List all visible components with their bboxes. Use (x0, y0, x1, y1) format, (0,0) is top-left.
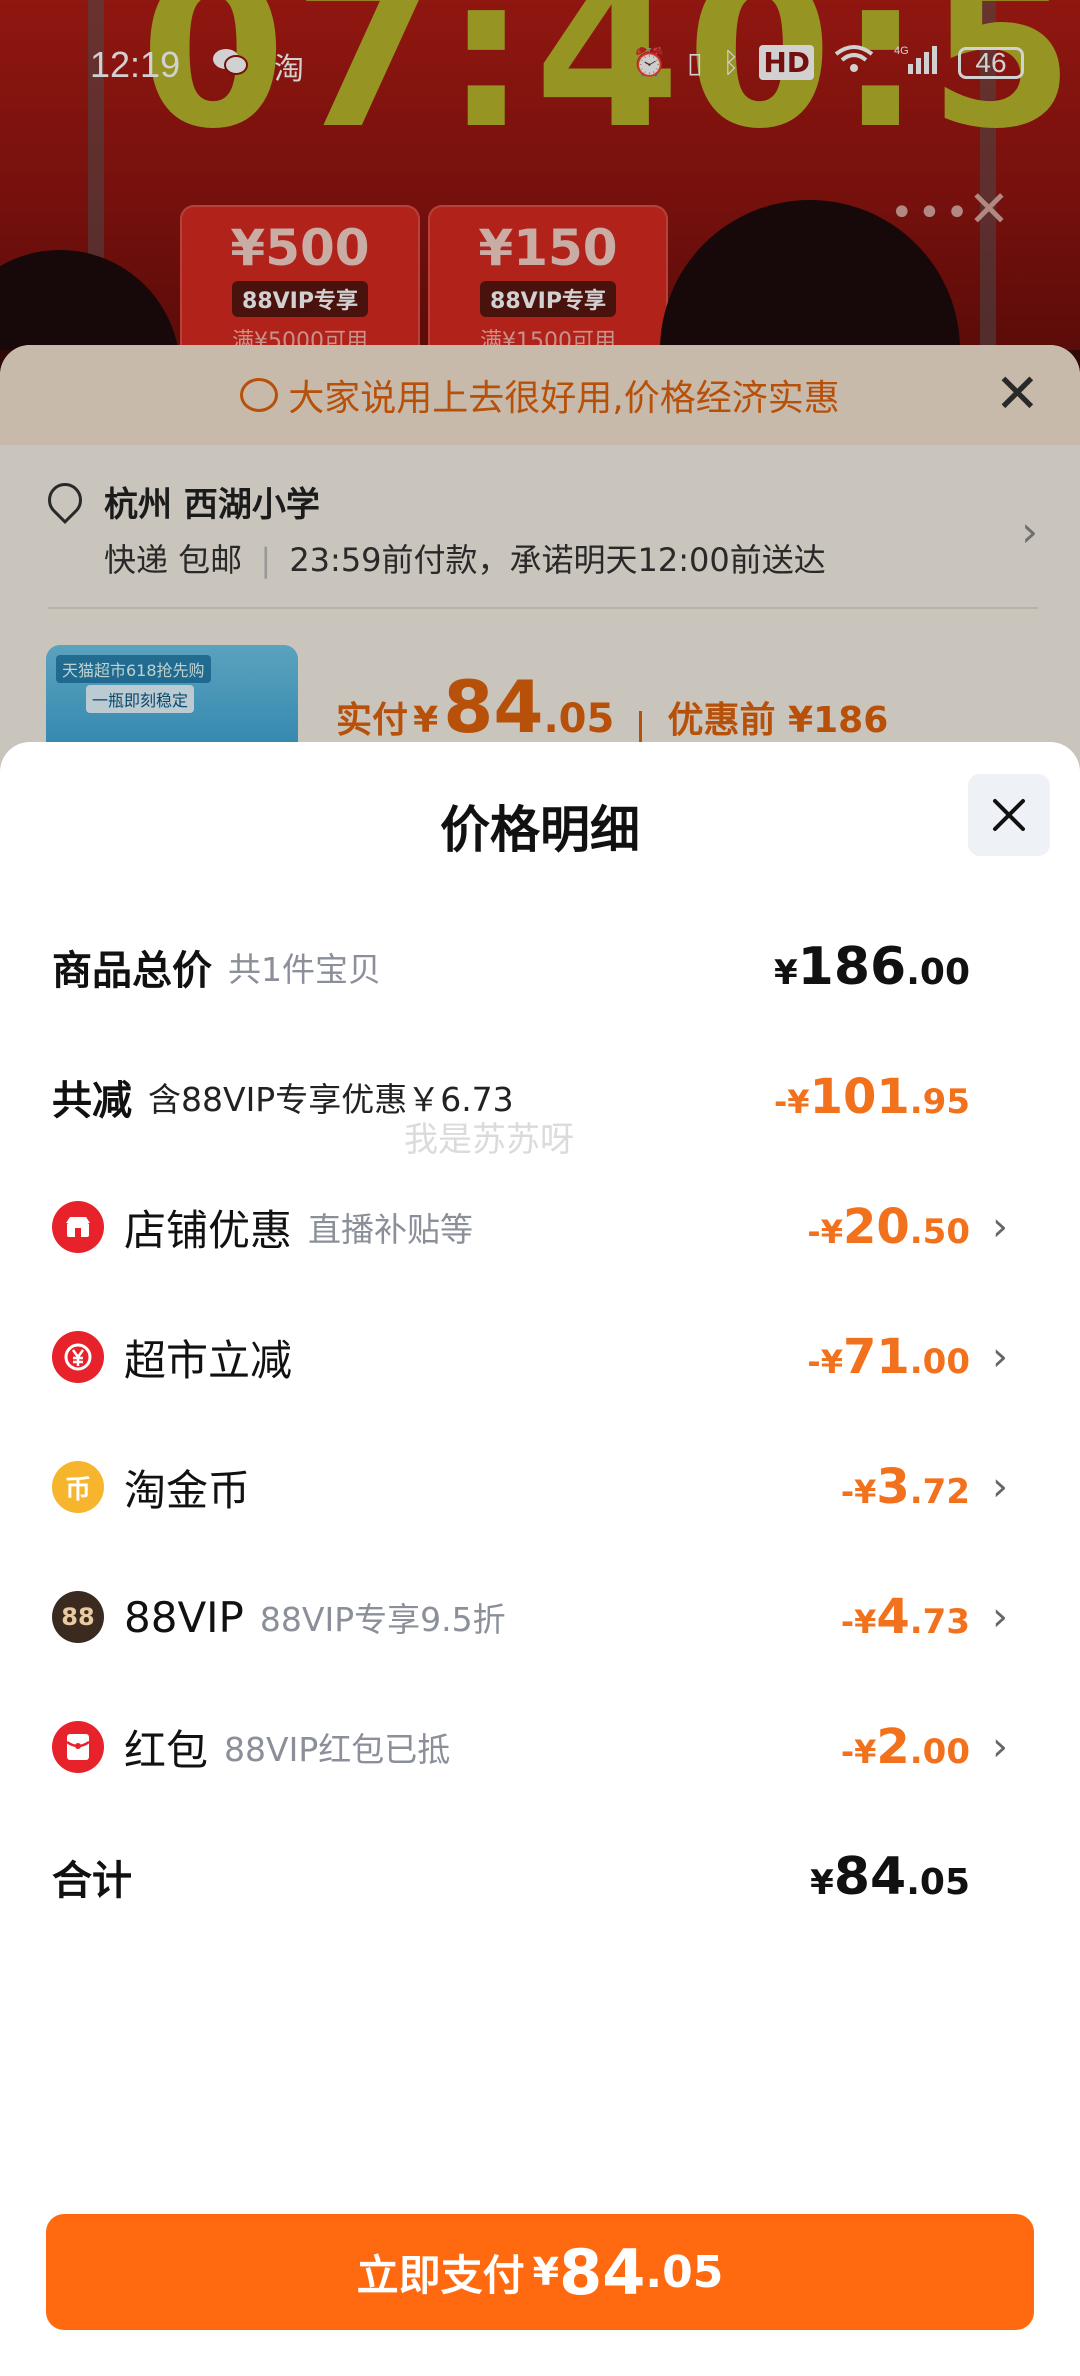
currency: -¥ (807, 1213, 843, 1251)
chevron-right-icon: › (992, 1464, 1008, 1510)
currency: -¥ (807, 1343, 843, 1381)
redpack-icon (52, 1721, 104, 1773)
amount-dec: .05 (906, 1862, 970, 1903)
row-label: 淘金币 (124, 1465, 251, 1515)
88vip-icon: 88 (52, 1591, 104, 1643)
row-amount: -¥20.50 (807, 1199, 970, 1255)
row-label: 88VIP (124, 1592, 244, 1642)
amount-int: 101 (809, 1069, 910, 1125)
amount-dec: .00 (909, 1732, 970, 1772)
row-sub: 88VIP专享9.5折 (259, 1600, 506, 1639)
row-amount: -¥71.00 (807, 1329, 970, 1385)
price-row-total: 商品总价 共1件宝贝 ¥186.00 (52, 922, 1008, 1012)
amount-dec: .00 (909, 1342, 970, 1382)
currency: ¥ (810, 1863, 834, 1903)
row-sub: 共1件宝贝 (228, 950, 381, 989)
row-label: 店铺优惠 (124, 1205, 293, 1255)
amount-int: 71 (842, 1329, 910, 1385)
amount-dec: .50 (909, 1212, 970, 1252)
amount-int: 20 (842, 1199, 910, 1255)
yuan-icon (52, 1331, 104, 1383)
chevron-right-icon: › (992, 1334, 1008, 1380)
currency: ¥ (774, 953, 798, 993)
row-label: 合计 (52, 1858, 132, 1904)
price-row-coin[interactable]: 币 淘金币 -¥3.72 › (52, 1442, 1008, 1532)
price-row-88vip[interactable]: 88 88VIP 88VIP专享9.5折 -¥4.73 › (52, 1572, 1008, 1662)
pay-button-int: 84 (559, 2235, 646, 2309)
chevron-right-icon: › (992, 1594, 1008, 1640)
shop-icon (52, 1201, 104, 1253)
coin-icon: 币 (52, 1461, 104, 1513)
amount-int: 84 (833, 1847, 907, 1907)
currency: -¥ (840, 1603, 877, 1641)
price-row-sum: 合计 ¥84.05 (52, 1832, 1008, 1922)
row-amount: -¥3.72 (841, 1459, 970, 1515)
pay-button-dec: .05 (645, 2246, 724, 2298)
modal-close-button[interactable] (968, 774, 1050, 856)
price-detail-modal: 价格明细 我是苏苏呀 商品总价 共1件宝贝 ¥186.00 共减 含88VIP专… (0, 742, 1080, 2376)
row-amount: -¥2.00 (841, 1719, 970, 1775)
close-icon (993, 799, 1025, 831)
price-row-redpack[interactable]: 红包 88VIP红包已抵 -¥2.00 › (52, 1702, 1008, 1792)
row-sub: 88VIP红包已抵 (224, 1730, 451, 1769)
row-amount: ¥84.05 (810, 1847, 970, 1907)
amount-dec: .72 (909, 1472, 970, 1512)
amount-int: 3 (876, 1459, 910, 1515)
currency: -¥ (774, 1083, 810, 1121)
amount-int: 4 (876, 1589, 910, 1645)
price-row-market[interactable]: 超市立减 -¥71.00 › (52, 1312, 1008, 1402)
row-label: 共减 (52, 1078, 132, 1124)
amount-dec: .95 (909, 1082, 970, 1122)
currency: -¥ (840, 1473, 877, 1511)
row-amount: -¥101.95 (774, 1069, 970, 1125)
pay-button-label: 立即支付 (356, 2250, 525, 2300)
chevron-right-icon: › (992, 1724, 1008, 1770)
row-label: 商品总价 (52, 948, 212, 994)
pay-button-currency: ¥ (532, 2250, 560, 2294)
currency: -¥ (840, 1733, 877, 1771)
amount-dec: .73 (909, 1602, 970, 1642)
price-row-reduce: 共减 含88VIP专享优惠￥6.73 -¥101.95 (52, 1052, 1008, 1142)
modal-title: 价格明细 (440, 801, 640, 859)
row-sub: 直播补贴等 (308, 1210, 474, 1249)
row-label: 超市立减 (124, 1335, 293, 1385)
row-label: 红包 (124, 1725, 209, 1775)
row-amount: ¥186.00 (774, 937, 970, 997)
row-amount: -¥4.73 (841, 1589, 970, 1645)
row-sub: 含88VIP专享优惠￥6.73 (148, 1080, 514, 1119)
amount-int: 2 (876, 1719, 910, 1775)
price-row-shop[interactable]: 店铺优惠 直播补贴等 -¥20.50 › (52, 1182, 1008, 1272)
pay-now-button[interactable]: 立即支付 ¥84.05 (46, 2214, 1034, 2330)
chevron-right-icon: › (992, 1204, 1008, 1250)
amount-int: 186 (797, 937, 907, 997)
amount-dec: .00 (906, 952, 970, 993)
